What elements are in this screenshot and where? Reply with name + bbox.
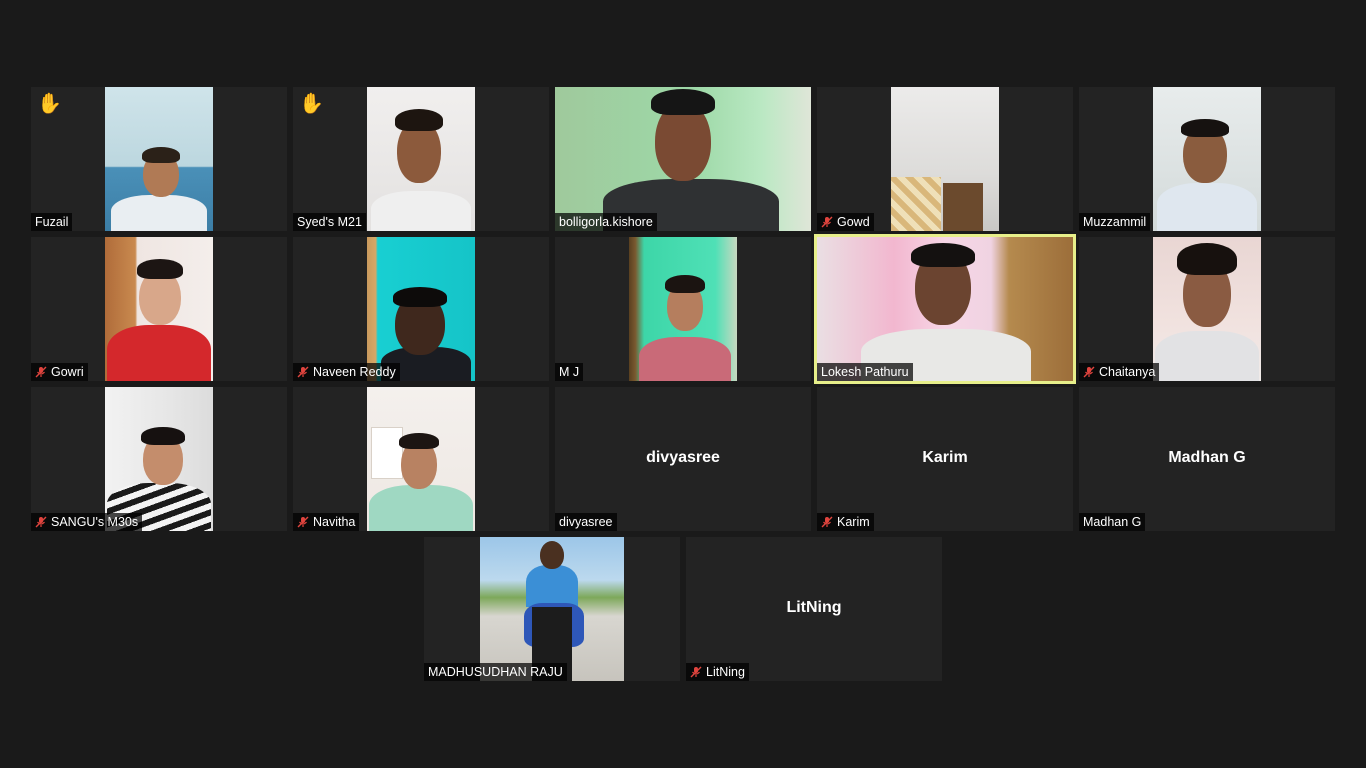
participant-tile-karim[interactable]: Karim Karim [817, 387, 1073, 531]
participant-name: divyasree [559, 515, 613, 529]
name-tag: Gowri [31, 363, 88, 381]
participant-tile-muzzammil[interactable]: Muzzammil [1079, 87, 1335, 231]
name-tag: Lokesh Pathuru [817, 363, 913, 381]
name-tag: divyasree [555, 513, 617, 531]
participant-tile-litning[interactable]: LitNing LitNing [686, 537, 942, 681]
participant-tile-syed[interactable]: ✋ Syed's M21 [293, 87, 549, 231]
participant-name: Naveen Reddy [313, 365, 396, 379]
muted-mic-icon [821, 516, 833, 528]
window-curtain [891, 177, 941, 231]
participant-tile-madhan-g[interactable]: Madhan G Madhan G [1079, 387, 1335, 531]
participant-tile-sangu[interactable]: SANGU's M30s [31, 387, 287, 531]
video-feed [367, 387, 475, 531]
name-tag: Fuzail [31, 213, 73, 231]
name-tag: Madhan G [1079, 513, 1146, 531]
participant-name: LitNing [706, 665, 745, 679]
participant-display-name: Madhan G [1168, 449, 1246, 466]
muted-mic-icon [35, 366, 47, 378]
name-tag: bolligorla.kishore [555, 213, 657, 231]
name-tag: MADHUSUDHAN RAJU [424, 663, 567, 681]
participant-tile-kishore[interactable]: bolligorla.kishore [555, 87, 811, 231]
muted-mic-icon [690, 666, 702, 678]
participant-name: Muzzammil [1083, 215, 1147, 229]
participant-tile-gowri[interactable]: Gowri [31, 237, 287, 381]
participant-name: Fuzail [35, 215, 69, 229]
door [943, 183, 983, 231]
muted-mic-icon [35, 516, 47, 528]
name-tag: Naveen Reddy [293, 363, 400, 381]
name-tag: Chaitanya [1079, 363, 1160, 381]
name-tag: Gowd [817, 213, 874, 231]
video-feed [367, 237, 475, 381]
participant-name: Navitha [313, 515, 356, 529]
participant-name: MADHUSUDHAN RAJU [428, 665, 563, 679]
video-feed [1153, 237, 1261, 381]
name-tag: Navitha [293, 513, 360, 531]
video-feed [480, 537, 624, 681]
participant-name: Syed's M21 [297, 215, 362, 229]
name-tag: LitNing [686, 663, 749, 681]
participant-tile-fuzail[interactable]: ✋ Fuzail [31, 87, 287, 231]
wall-shelf [371, 427, 403, 479]
name-tag: Karim [817, 513, 874, 531]
name-tag: Syed's M21 [293, 213, 366, 231]
participant-name: Gowri [51, 365, 84, 379]
muted-mic-icon [297, 366, 309, 378]
participant-name: Karim [837, 515, 870, 529]
participant-name: Madhan G [1083, 515, 1142, 529]
participant-name: M J [559, 365, 580, 379]
participant-tile-gowd[interactable]: Gowd [817, 87, 1073, 231]
name-tag: M J [555, 363, 584, 381]
muted-mic-icon [297, 516, 309, 528]
participant-tile-mj[interactable]: M J [555, 237, 811, 381]
participant-display-name: Karim [922, 449, 968, 466]
video-feed [1153, 87, 1261, 231]
video-feed [817, 237, 1073, 381]
participant-tile-divyasree[interactable]: divyasree divyasree [555, 387, 811, 531]
video-feed [891, 87, 999, 231]
participant-tile-chaitanya[interactable]: Chaitanya [1079, 237, 1335, 381]
participant-name: SANGU's M30s [51, 515, 139, 529]
participant-tile-lokesh-pathuru[interactable]: Lokesh Pathuru [814, 234, 1076, 384]
raised-hand-icon: ✋ [37, 93, 62, 115]
name-tag: Muzzammil [1079, 213, 1151, 231]
video-feed [105, 237, 213, 381]
video-feed [367, 87, 475, 231]
participant-name: bolligorla.kishore [559, 215, 653, 229]
participant-tile-naveen-reddy[interactable]: Naveen Reddy [293, 237, 549, 381]
video-feed [105, 87, 213, 231]
video-feed [629, 237, 737, 381]
participant-display-name: LitNing [786, 599, 842, 616]
participant-name: Lokesh Pathuru [821, 365, 909, 379]
participant-tile-navitha[interactable]: Navitha [293, 387, 549, 531]
participant-display-name: divyasree [646, 449, 720, 466]
participant-name: Gowd [837, 215, 870, 229]
participant-name: Chaitanya [1099, 365, 1156, 379]
participant-tile-madhusudhan-raju[interactable]: MADHUSUDHAN RAJU [424, 537, 680, 681]
name-tag: SANGU's M30s [31, 513, 143, 531]
gallery-view: ✋ Fuzail ✋ Syed's M21 bolligorla.kishore [0, 0, 1366, 768]
raised-hand-icon: ✋ [299, 93, 324, 115]
muted-mic-icon [1083, 366, 1095, 378]
muted-mic-icon [821, 216, 833, 228]
video-feed [555, 87, 811, 231]
video-feed [105, 387, 213, 531]
